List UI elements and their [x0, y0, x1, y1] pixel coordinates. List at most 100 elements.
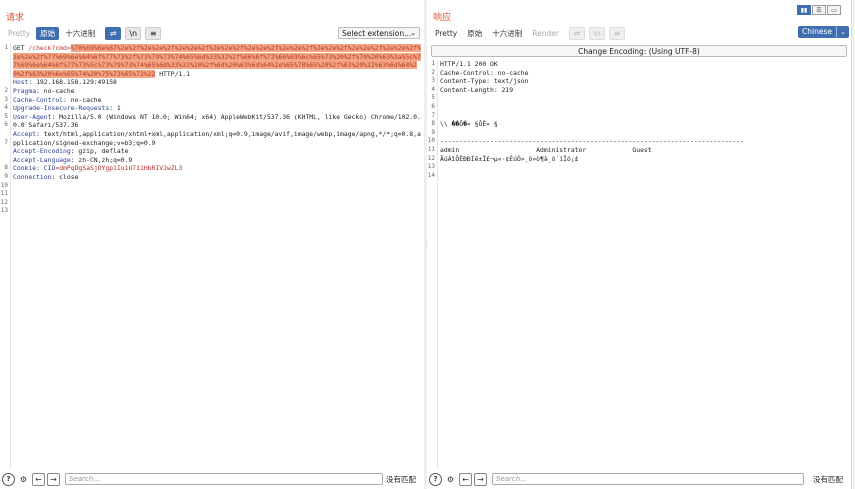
help-icon[interactable]: ? [429, 472, 442, 486]
header-value: : zh-CN,zh;q=0.9 [70, 155, 133, 164]
response-code: HTTP/1.1 200 OK Cache-Control: no-cache Co… [440, 60, 849, 180]
line-number: 13 [0, 207, 8, 215]
cookie-name: CID [43, 164, 56, 173]
header-line: Accept-Language: zh-CN,zh;q=0.9 [13, 156, 422, 165]
header-name: Upgrade-Insecure-Requests [13, 104, 110, 113]
layout-tabs-icon[interactable]: ▭ [827, 5, 841, 15]
http-method: GET [13, 44, 29, 52]
language-select[interactable]: Chinese ⌄ [798, 26, 849, 38]
response-line: ÃüÁîÔËÐÐÍê±Ï£¬µ«·¢ÉúÒ»¸ö»ò¶à¸ö´íÎó¡£ [440, 154, 579, 163]
help-icon[interactable]: ? [2, 472, 15, 486]
right-scroll-strip[interactable] [851, 0, 855, 489]
request-tab-hex[interactable]: 十六进制 [61, 27, 99, 40]
header-line: Cookie: CID=dmPqDgSaSjOYgp1Iu1U711HbRIVJ… [13, 164, 422, 173]
response-footer: ? ⚙ ← → Search... 没有匹配 [427, 471, 851, 487]
line-number: 7 [431, 111, 435, 119]
line-number: 6 [4, 121, 8, 129]
header-name: Accept [13, 129, 37, 138]
line-number: 11 [427, 145, 435, 153]
line-number: 13 [427, 163, 435, 171]
line-number: 12 [0, 198, 8, 206]
header-name: Host [13, 78, 29, 87]
arrow-left-icon[interactable]: ← [32, 472, 45, 486]
line-number: 5 [431, 94, 435, 102]
request-title: 请求 [6, 13, 25, 23]
response-line: Content-Type: text/json [440, 77, 529, 86]
wrap-icon[interactable]: ⇌ [105, 26, 122, 40]
change-encoding-button[interactable]: Change Encoding: (Using UTF-8) [431, 45, 847, 57]
line-number: 14 [427, 171, 435, 179]
request-tab-raw[interactable]: 原始 [36, 26, 60, 40]
response-line: HTTP/1.1 200 OK [440, 60, 498, 68]
request-footer: ? ⚙ ← → Search... 没有匹配 [0, 471, 424, 487]
line-number: 8 [4, 164, 8, 172]
header-separator: : [36, 164, 44, 173]
wrap-icon[interactable]: ⇌ [568, 26, 585, 40]
line-number: 2 [431, 68, 435, 76]
menu-icon[interactable]: ≡ [145, 26, 162, 40]
response-search-input[interactable]: Search... [492, 473, 804, 485]
request-match-count: 没有匹配 [386, 474, 416, 484]
header-name: Pragma [13, 86, 37, 95]
line-number: 1 [4, 44, 8, 51]
header-name: Cookie [13, 164, 37, 173]
response-tab-raw[interactable]: 原始 [463, 27, 486, 40]
request-tab-pretty[interactable]: Pretty [4, 27, 34, 40]
line-number: 10 [427, 137, 435, 145]
response-line [440, 94, 849, 103]
line-number: 8 [431, 120, 435, 128]
header-line: User-Agent: Mozilla/5.0 (Windows NT 10.0… [13, 113, 422, 130]
header-value: : close [51, 172, 79, 181]
header-name: Connection [13, 172, 52, 181]
header-value: : gzip, deflate [70, 147, 129, 156]
header-value: : text/html,application/xhtml+xml,applic… [13, 129, 421, 147]
header-value: : no-cache [63, 95, 102, 104]
response-pane: 响应 Pretty 原始 十六进制 Render ⇌ \n ≡ Change E… [427, 0, 851, 489]
line-number: 10 [0, 181, 8, 189]
layout-stacked-icon[interactable]: ☰ [812, 5, 826, 15]
select-extension-label: Select extension... [342, 29, 412, 38]
line-number: 3 [4, 95, 8, 103]
line-number [0, 53, 10, 87]
request-editor[interactable]: 1 2 3 4 5 6 7 8 9 10 11 12 13 GET /check… [0, 44, 424, 469]
arrow-left-icon[interactable]: ← [459, 472, 472, 486]
http-version: HTTP/1.1 [155, 69, 190, 78]
header-line: Accept-Encoding: gzip, deflate [13, 147, 422, 156]
chevron-down-icon: ⌄ [410, 29, 416, 37]
response-editor[interactable]: 1 2 3 4 5 6 7 8 9 10 11 12 13 14 HTTP/1.1 200 OK Cache… [427, 60, 851, 469]
empty-line [13, 190, 422, 199]
gear-icon[interactable]: ⚙ [444, 473, 457, 486]
header-line: Cache-Control: no-cache [13, 96, 422, 105]
arrow-right-icon[interactable]: → [474, 472, 487, 486]
line-number: 9 [431, 128, 435, 136]
arrow-right-icon[interactable]: → [47, 472, 60, 486]
response-tab-pretty[interactable]: Pretty [431, 27, 461, 40]
newline-icon[interactable]: \n [125, 26, 142, 40]
header-value: : Mozilla/5.0 (Windows NT 10.0; Win64; x… [13, 112, 421, 130]
select-extension-dropdown[interactable]: Select extension... ⌄ [338, 27, 420, 39]
request-pane: 请求 Pretty 原始 十六进制 ⇌ \n ≡ Select extensio… [0, 0, 424, 489]
line-number: 5 [4, 112, 8, 120]
response-title: 响应 [433, 13, 452, 23]
menu-icon[interactable]: ≡ [608, 26, 625, 40]
layout-side-by-side-icon[interactable]: ▮▮ [797, 5, 811, 15]
response-tab-render[interactable]: Render [528, 27, 563, 40]
request-line: GET /check?cmd=%70%69%6e%67%2e%2f%2e%2e%… [13, 44, 422, 78]
request-search-input[interactable]: Search... [65, 473, 383, 485]
response-line: Content-Length: 219 [440, 85, 514, 94]
gear-icon[interactable]: ⚙ [17, 473, 30, 486]
line-number: 4 [4, 104, 8, 112]
response-match-count: 没有匹配 [813, 474, 843, 484]
response-line [440, 103, 849, 112]
response-line-numbers: 1 2 3 4 5 6 7 8 9 10 11 12 13 14 [427, 60, 438, 469]
request-toolbar: Pretty 原始 十六进制 ⇌ \n ≡ [4, 26, 162, 40]
newline-icon[interactable]: \n [588, 26, 605, 40]
response-line [440, 112, 849, 121]
request-code: GET /check?cmd=%70%69%6e%67%2e%2f%2e%2e%… [13, 44, 422, 199]
response-tab-hex[interactable]: 十六进制 [488, 27, 526, 40]
response-line: ----------------------------------------… [440, 137, 744, 146]
header-line: Connection: close [13, 173, 422, 182]
language-label: Chinese [798, 26, 837, 38]
empty-line [13, 182, 422, 191]
line-number: 11 [0, 190, 8, 198]
